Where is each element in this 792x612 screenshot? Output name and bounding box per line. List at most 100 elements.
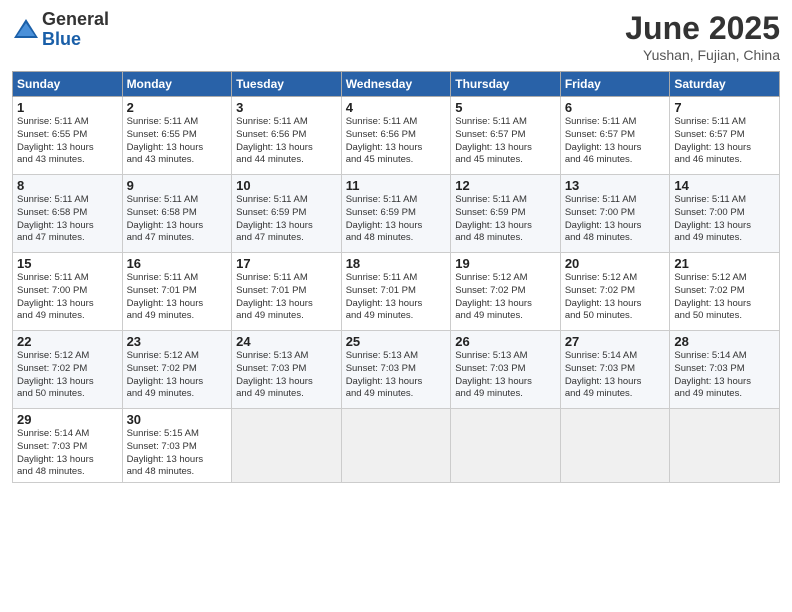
calendar-week-2: 8 Sunrise: 5:11 AM Sunset: 6:58 PM Daylig… [13, 175, 780, 253]
calendar-cell: 1Sunrise: 5:11 AM Sunset: 6:55 PM Daylig… [13, 97, 123, 175]
day-info: Sunrise: 5:12 AM Sunset: 7:02 PM Dayligh… [674, 272, 775, 323]
calendar-cell: 15Sunrise: 5:11 AM Sunset: 7:00 PM Dayli… [13, 253, 123, 331]
day-info: Sunrise: 5:11 AM Sunset: 6:58 PM Dayligh… [127, 194, 228, 245]
day-number: 14 [674, 178, 775, 193]
day-number: 10 [236, 178, 337, 193]
day-info: Sunrise: 5:15 AM Sunset: 7:03 PM Dayligh… [127, 428, 228, 479]
day-info: Sunrise: 5:11 AM Sunset: 7:00 PM Dayligh… [17, 272, 118, 323]
title-block: June 2025 Yushan, Fujian, China [625, 10, 780, 63]
logo-blue-text: Blue [42, 30, 109, 50]
header-tuesday: Tuesday [232, 72, 342, 97]
calendar-table: Sunday Monday Tuesday Wednesday Thursday… [12, 71, 780, 483]
day-info: Sunrise: 5:11 AM Sunset: 6:57 PM Dayligh… [455, 116, 556, 167]
page-container: General Blue June 2025 Yushan, Fujian, C… [0, 0, 792, 493]
calendar-cell: 29Sunrise: 5:14 AM Sunset: 7:03 PM Dayli… [13, 409, 123, 483]
day-info: Sunrise: 5:11 AM Sunset: 6:57 PM Dayligh… [565, 116, 666, 167]
day-info: Sunrise: 5:14 AM Sunset: 7:03 PM Dayligh… [17, 428, 118, 479]
calendar-cell: 23Sunrise: 5:12 AM Sunset: 7:02 PM Dayli… [122, 331, 232, 409]
calendar-cell: 9Sunrise: 5:11 AM Sunset: 6:58 PM Daylig… [122, 175, 232, 253]
day-info: Sunrise: 5:14 AM Sunset: 7:03 PM Dayligh… [674, 350, 775, 401]
day-number: 20 [565, 256, 666, 271]
day-number: 19 [455, 256, 556, 271]
calendar-cell: 17Sunrise: 5:11 AM Sunset: 7:01 PM Dayli… [232, 253, 342, 331]
day-number: 16 [127, 256, 228, 271]
header-wednesday: Wednesday [341, 72, 451, 97]
calendar-cell: 2Sunrise: 5:11 AM Sunset: 6:55 PM Daylig… [122, 97, 232, 175]
day-info: Sunrise: 5:11 AM Sunset: 6:55 PM Dayligh… [17, 116, 118, 167]
day-info: Sunrise: 5:13 AM Sunset: 7:03 PM Dayligh… [346, 350, 447, 401]
day-number: 9 [127, 178, 228, 193]
calendar-cell: 14Sunrise: 5:11 AM Sunset: 7:00 PM Dayli… [670, 175, 780, 253]
day-number: 11 [346, 178, 447, 193]
calendar-week-3: 15Sunrise: 5:11 AM Sunset: 7:00 PM Dayli… [13, 253, 780, 331]
calendar-week-4: 22Sunrise: 5:12 AM Sunset: 7:02 PM Dayli… [13, 331, 780, 409]
day-number: 12 [455, 178, 556, 193]
day-number: 6 [565, 100, 666, 115]
day-info: Sunrise: 5:12 AM Sunset: 7:02 PM Dayligh… [17, 350, 118, 401]
header-sunday: Sunday [13, 72, 123, 97]
day-info: Sunrise: 5:11 AM Sunset: 6:59 PM Dayligh… [455, 194, 556, 245]
location: Yushan, Fujian, China [625, 47, 780, 63]
calendar-cell [451, 409, 561, 483]
calendar-cell [670, 409, 780, 483]
day-number: 8 [17, 178, 118, 193]
calendar-cell: 8Sunrise: 5:11 AM Sunset: 6:58 PM Daylig… [13, 175, 123, 253]
day-info: Sunrise: 5:13 AM Sunset: 7:03 PM Dayligh… [455, 350, 556, 401]
day-number: 18 [346, 256, 447, 271]
day-number: 30 [127, 412, 228, 427]
calendar-cell [560, 409, 670, 483]
calendar-cell: 3Sunrise: 5:11 AM Sunset: 6:56 PM Daylig… [232, 97, 342, 175]
day-number: 23 [127, 334, 228, 349]
logo: General Blue [12, 10, 109, 50]
calendar-cell: 27Sunrise: 5:14 AM Sunset: 7:03 PM Dayli… [560, 331, 670, 409]
header: General Blue June 2025 Yushan, Fujian, C… [12, 10, 780, 63]
calendar-cell: 24Sunrise: 5:13 AM Sunset: 7:03 PM Dayli… [232, 331, 342, 409]
day-number: 5 [455, 100, 556, 115]
calendar-cell: 16Sunrise: 5:11 AM Sunset: 7:01 PM Dayli… [122, 253, 232, 331]
day-info: Sunrise: 5:11 AM Sunset: 7:00 PM Dayligh… [674, 194, 775, 245]
calendar-week-1: 1Sunrise: 5:11 AM Sunset: 6:55 PM Daylig… [13, 97, 780, 175]
day-number: 17 [236, 256, 337, 271]
day-info: Sunrise: 5:12 AM Sunset: 7:02 PM Dayligh… [565, 272, 666, 323]
calendar-cell: 25Sunrise: 5:13 AM Sunset: 7:03 PM Dayli… [341, 331, 451, 409]
header-thursday: Thursday [451, 72, 561, 97]
calendar-week-5: 29Sunrise: 5:14 AM Sunset: 7:03 PM Dayli… [13, 409, 780, 483]
calendar-cell: 13Sunrise: 5:11 AM Sunset: 7:00 PM Dayli… [560, 175, 670, 253]
month-title: June 2025 [625, 10, 780, 47]
day-info: Sunrise: 5:11 AM Sunset: 6:55 PM Dayligh… [127, 116, 228, 167]
calendar-cell [341, 409, 451, 483]
day-number: 22 [17, 334, 118, 349]
day-info: Sunrise: 5:11 AM Sunset: 7:01 PM Dayligh… [236, 272, 337, 323]
day-number: 13 [565, 178, 666, 193]
calendar-cell: 19Sunrise: 5:12 AM Sunset: 7:02 PM Dayli… [451, 253, 561, 331]
day-number: 7 [674, 100, 775, 115]
day-number: 3 [236, 100, 337, 115]
calendar-cell: 18Sunrise: 5:11 AM Sunset: 7:01 PM Dayli… [341, 253, 451, 331]
header-friday: Friday [560, 72, 670, 97]
day-number: 24 [236, 334, 337, 349]
calendar-cell: 26Sunrise: 5:13 AM Sunset: 7:03 PM Dayli… [451, 331, 561, 409]
day-info: Sunrise: 5:11 AM Sunset: 6:56 PM Dayligh… [346, 116, 447, 167]
calendar-cell [232, 409, 342, 483]
day-info: Sunrise: 5:13 AM Sunset: 7:03 PM Dayligh… [236, 350, 337, 401]
calendar-cell: 4Sunrise: 5:11 AM Sunset: 6:56 PM Daylig… [341, 97, 451, 175]
day-info: Sunrise: 5:11 AM Sunset: 7:00 PM Dayligh… [565, 194, 666, 245]
day-number: 27 [565, 334, 666, 349]
calendar-cell: 30Sunrise: 5:15 AM Sunset: 7:03 PM Dayli… [122, 409, 232, 483]
day-number: 1 [17, 100, 118, 115]
calendar-cell: 21Sunrise: 5:12 AM Sunset: 7:02 PM Dayli… [670, 253, 780, 331]
day-info: Sunrise: 5:12 AM Sunset: 7:02 PM Dayligh… [455, 272, 556, 323]
calendar-cell: 10Sunrise: 5:11 AM Sunset: 6:59 PM Dayli… [232, 175, 342, 253]
day-number: 28 [674, 334, 775, 349]
logo-icon [12, 16, 40, 44]
day-info: Sunrise: 5:11 AM Sunset: 6:56 PM Dayligh… [236, 116, 337, 167]
day-number: 29 [17, 412, 118, 427]
day-number: 25 [346, 334, 447, 349]
day-info: Sunrise: 5:11 AM Sunset: 6:59 PM Dayligh… [236, 194, 337, 245]
day-number: 4 [346, 100, 447, 115]
day-info: Sunrise: 5:12 AM Sunset: 7:02 PM Dayligh… [127, 350, 228, 401]
day-number: 21 [674, 256, 775, 271]
day-info: Sunrise: 5:14 AM Sunset: 7:03 PM Dayligh… [565, 350, 666, 401]
day-info: Sunrise: 5:11 AM Sunset: 6:59 PM Dayligh… [346, 194, 447, 245]
calendar-cell: 5Sunrise: 5:11 AM Sunset: 6:57 PM Daylig… [451, 97, 561, 175]
